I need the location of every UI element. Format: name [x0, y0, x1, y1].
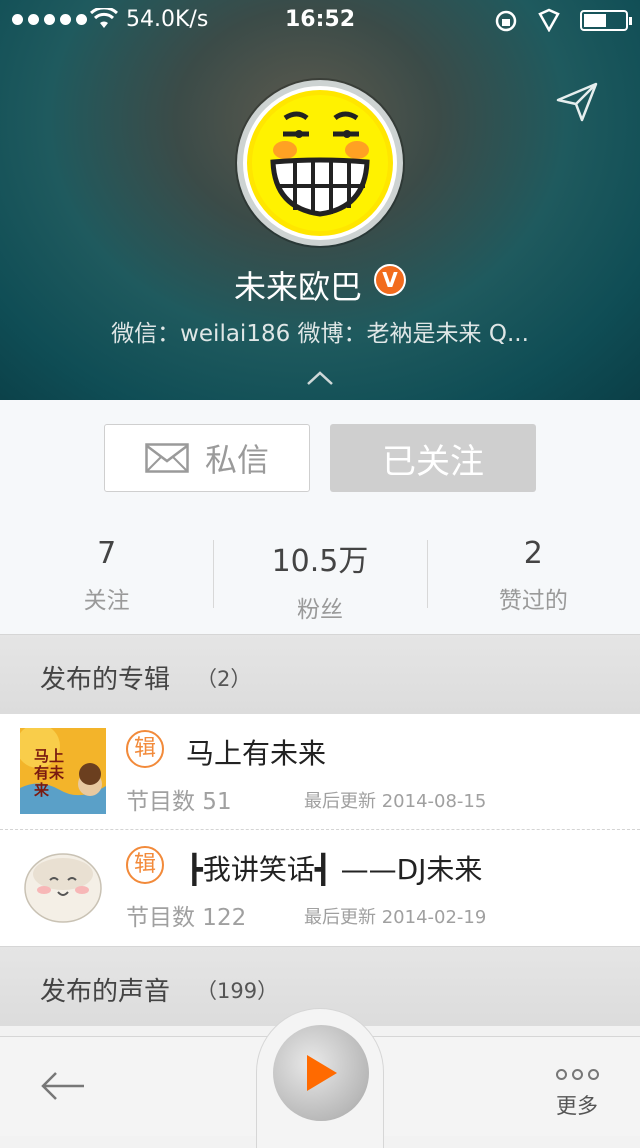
profile-header: 54.0K/s 16:52 未来欧巴 V 微信：weilai186 微博：老衲是…	[0, 0, 640, 400]
verified-badge-icon: V	[374, 264, 406, 296]
stat-label: 关注	[83, 588, 130, 614]
rotation-lock-icon	[495, 10, 517, 32]
profile-name-row: 未来欧巴 V	[0, 262, 640, 308]
battery-icon	[580, 10, 632, 31]
album-episode-count: 节目数 51	[126, 789, 232, 815]
private-message-label: 私信	[204, 441, 269, 479]
grinning-face-avatar-icon	[247, 90, 393, 236]
now-playing-cover	[273, 1025, 369, 1121]
location-icon	[538, 8, 560, 32]
album-title: ┣我讲笑话┫ ——DJ未来	[186, 853, 483, 886]
stat-label: 粉丝	[296, 597, 343, 623]
album-cover-text: 马上有未来	[34, 747, 65, 799]
sounds-section-count: （199）	[196, 979, 279, 1003]
album-tag-badge: 辑	[126, 730, 164, 768]
private-message-button[interactable]: 私信	[104, 424, 310, 492]
more-dots-icon	[552, 1069, 602, 1080]
avatar[interactable]	[237, 80, 403, 246]
album-title: 马上有未来	[186, 737, 327, 770]
back-arrow-icon[interactable]	[40, 1071, 86, 1101]
sounds-section-title: 发布的声音	[40, 977, 171, 1007]
share-send-icon[interactable]	[556, 82, 598, 122]
stat-following[interactable]: 7 关注	[0, 528, 213, 614]
profile-subinfo: 微信：weilai186 微博：老衲是未来 Q...	[111, 321, 529, 347]
album-list-item[interactable]: 辑 ┣我讲笑话┫ ——DJ未来 节目数 122 最后更新 2014-02-19	[0, 830, 640, 946]
stat-liked[interactable]: 2 赞过的	[426, 528, 640, 614]
cartoon-character-image	[20, 844, 106, 930]
chevron-up-icon[interactable]	[306, 370, 334, 386]
album-episode-count: 节目数 122	[126, 905, 247, 931]
albums-section-header: 发布的专辑 （2）	[0, 634, 640, 714]
album-last-updated: 最后更新 2014-02-19	[304, 907, 487, 928]
stat-label: 赞过的	[498, 588, 568, 614]
more-label: 更多	[556, 1094, 598, 1118]
play-icon	[307, 1055, 337, 1091]
followed-label: 已关注	[382, 441, 484, 482]
stat-fans[interactable]: 10.5万 粉丝	[213, 528, 426, 623]
stat-number: 7	[97, 536, 117, 571]
album-thumbnail: 马上有未来	[20, 728, 106, 814]
albums-section-count: （2）	[196, 667, 252, 691]
stat-number: 10.5万	[271, 544, 369, 579]
album-list-item[interactable]: 马上有未来 辑 马上有未来 节目数 51 最后更新 2014-08-15	[0, 714, 640, 830]
followed-button[interactable]: 已关注	[330, 424, 536, 492]
status-bar: 54.0K/s 16:52	[0, 0, 640, 40]
album-thumbnail	[20, 844, 106, 930]
profile-name: 未来欧巴	[233, 268, 362, 306]
stats-row: 7 关注 10.5万 粉丝 2 赞过的	[0, 528, 640, 623]
envelope-icon	[145, 443, 189, 473]
albums-section-title: 发布的专辑	[40, 665, 171, 695]
album-tag-badge: 辑	[126, 846, 164, 884]
stat-number: 2	[523, 536, 543, 571]
album-last-updated: 最后更新 2014-08-15	[304, 791, 487, 812]
player-button[interactable]	[256, 1008, 384, 1148]
more-button[interactable]: 更多	[552, 1069, 602, 1120]
profile-actions: 私信 已关注 7 关注 10.5万 粉丝 2 赞过的	[0, 400, 640, 640]
